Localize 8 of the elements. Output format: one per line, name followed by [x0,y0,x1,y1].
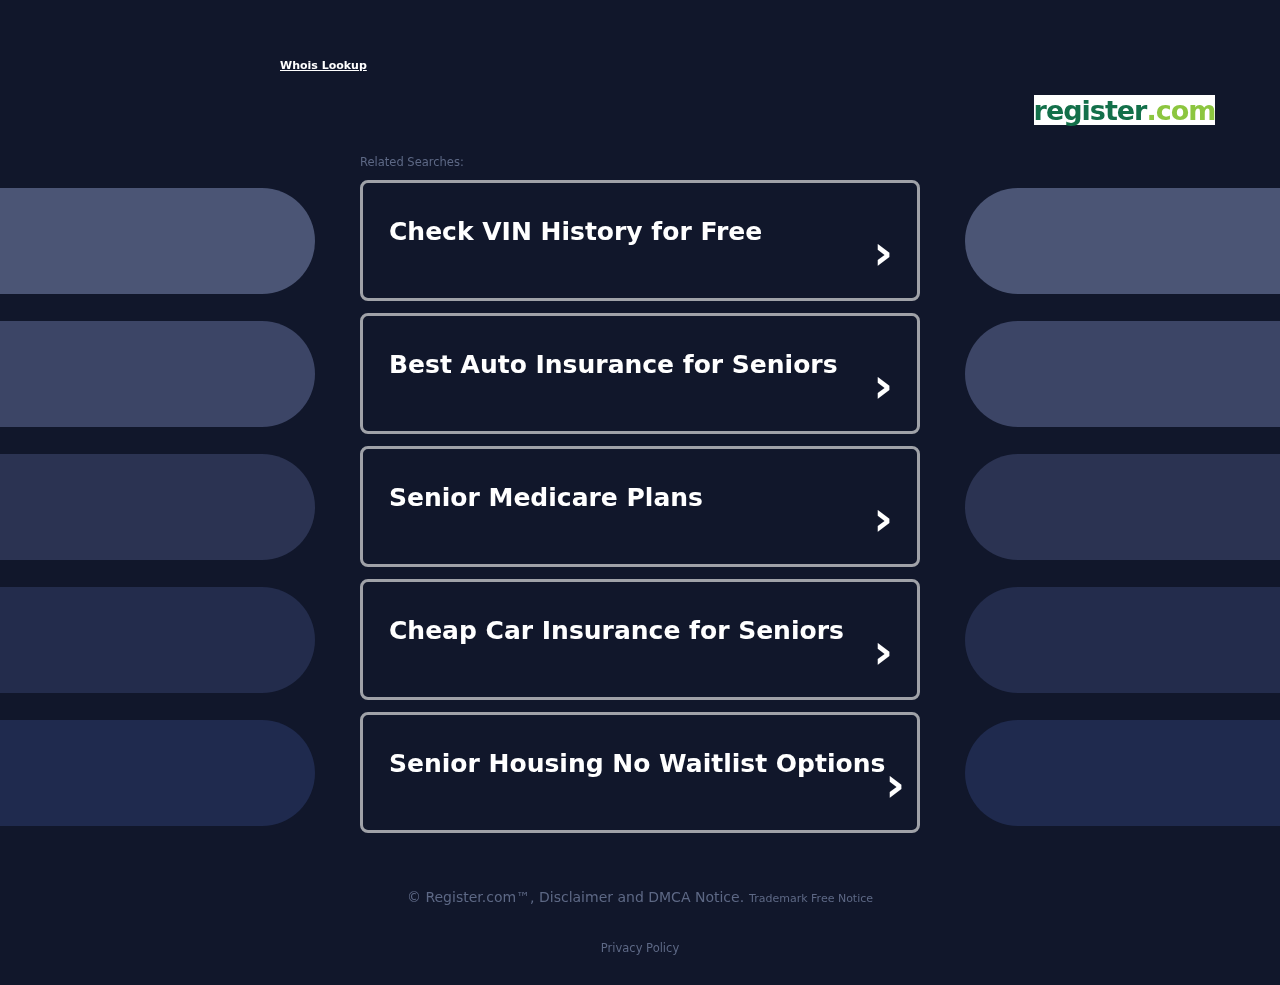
search-link-card[interactable]: Check VIN History for Free › [360,180,920,301]
register-logo[interactable]: register.com [1034,95,1215,125]
related-searches-heading: Related Searches: [360,155,465,171]
copyright-notice: © Register.com™, Disclaimer and DMCA Notice. [406,889,745,905]
whois-lookup-link[interactable]: Whois Lookup [280,59,367,72]
search-link-card[interactable]: Cheap Car Insurance for Seniors › [360,579,920,700]
search-link-card[interactable]: Senior Medicare Plans › [360,446,920,567]
search-link-card[interactable]: Best Auto Insurance for Seniors › [360,313,920,434]
